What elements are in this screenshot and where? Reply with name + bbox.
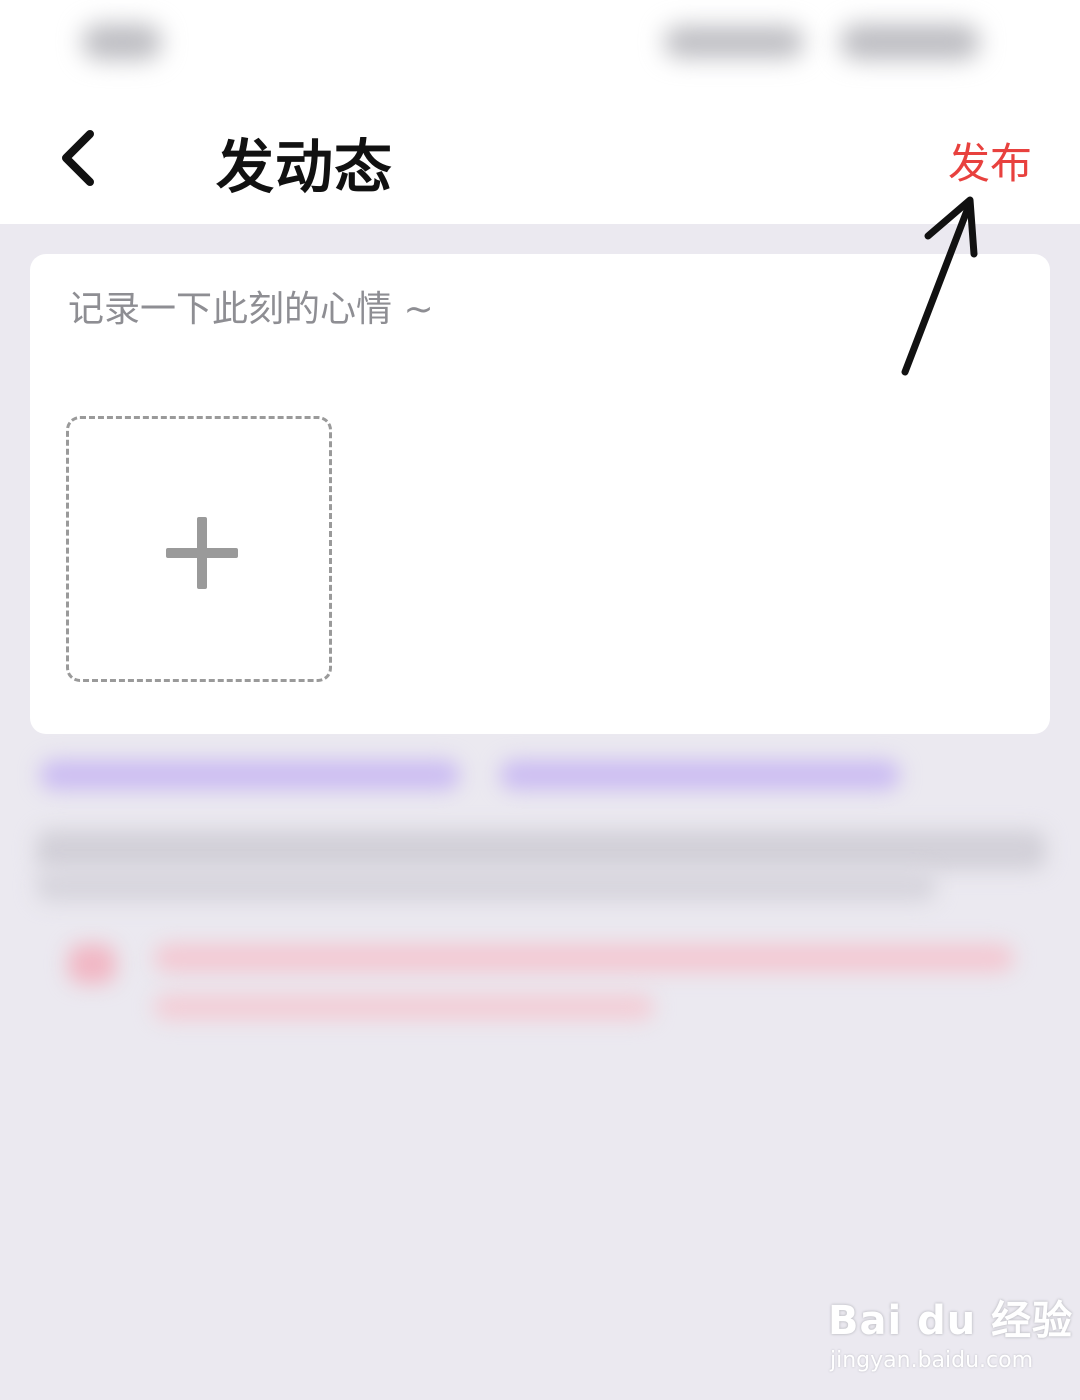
blurred-warning-icon <box>68 944 116 984</box>
status-battery <box>840 24 980 60</box>
publish-button[interactable]: 发布 <box>948 130 1032 191</box>
chevron-left-icon <box>62 130 94 186</box>
blurred-topic-tags <box>40 760 460 790</box>
add-image-button[interactable] <box>66 416 332 682</box>
status-bar <box>0 0 1080 90</box>
blurred-warning-text <box>154 944 1014 972</box>
blurred-topic-tags-2 <box>500 760 900 790</box>
watermark-url: jingyan.baidu.com <box>830 1348 1034 1373</box>
mood-text-input[interactable] <box>68 284 1008 334</box>
status-time <box>82 24 162 60</box>
post-composer-card <box>30 254 1050 734</box>
blurred-warning-text-2 <box>154 994 654 1020</box>
watermark-logo: Bai du 经验 <box>828 1298 1074 1344</box>
top-bar: 发动态 发布 <box>0 90 1080 224</box>
blurred-text-line <box>36 830 1046 870</box>
back-button[interactable] <box>48 126 112 190</box>
page-title: 发动态 <box>216 133 394 201</box>
status-signal <box>664 26 804 58</box>
plus-icon-vertical <box>197 517 207 589</box>
blurred-text-line-2 <box>36 870 936 902</box>
